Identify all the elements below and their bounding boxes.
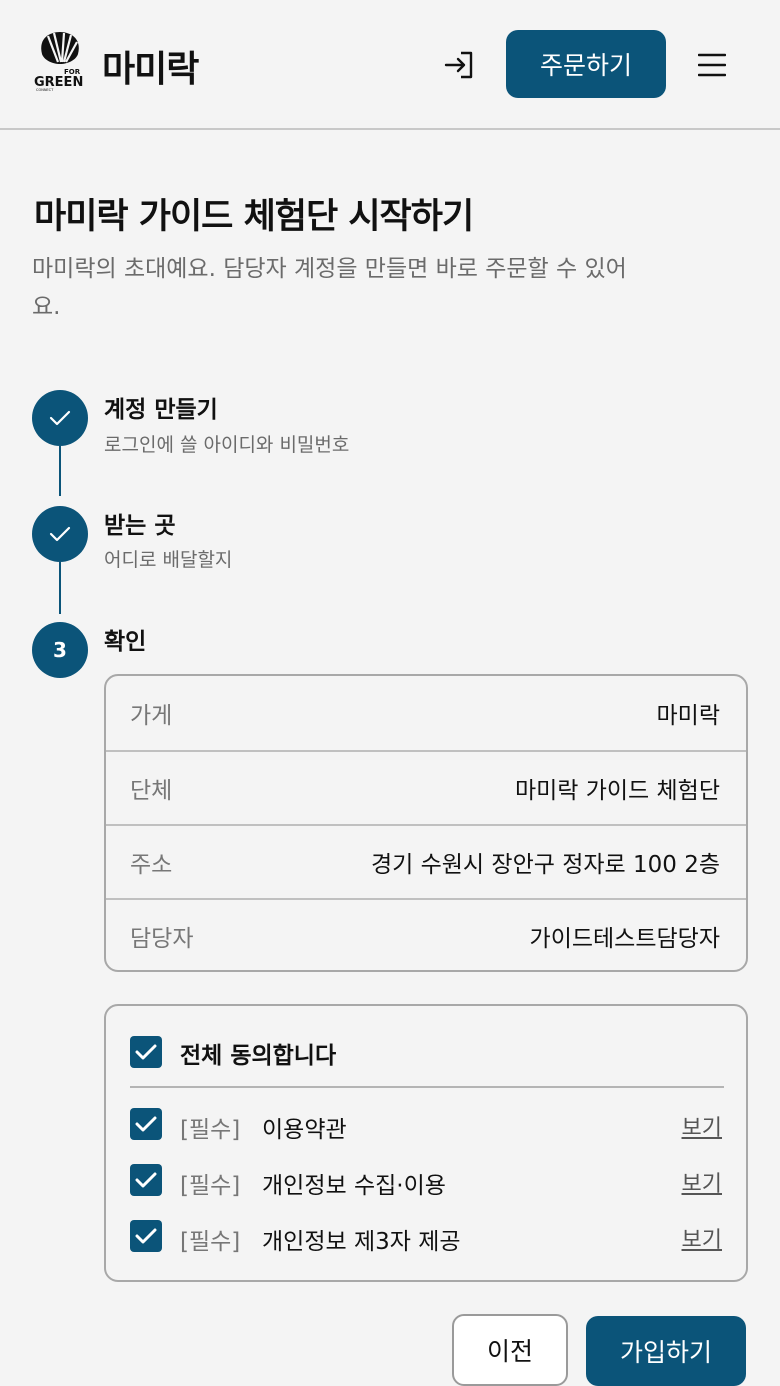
required-tag: [필수]	[180, 1173, 241, 1199]
for-green-logo[interactable]: FOR GREEN CONNECT	[34, 28, 86, 92]
step-2-title: 받는 곳	[104, 513, 176, 539]
summary-label: 가게	[130, 703, 173, 729]
required-tag: [필수]	[180, 1229, 241, 1255]
step-1-subtitle: 로그인에 쓸 아이디와 비밀번호	[104, 434, 350, 456]
brand-name: 마미락	[102, 49, 199, 90]
summary-value: 마미락	[656, 703, 720, 729]
summary-row-manager: 담당자 가이드테스트담당자	[106, 898, 746, 972]
term-checkbox-terms-of-use[interactable]	[130, 1108, 162, 1140]
summary-value: 경기 수원시 장안구 정자로 100 2층	[370, 852, 720, 878]
term-checkbox-privacy-collection[interactable]	[130, 1164, 162, 1196]
view-terms-link[interactable]: 보기	[682, 1110, 722, 1142]
step-connector	[59, 446, 61, 496]
summary-label: 담당자	[130, 926, 194, 952]
terms-agreement: 전체 동의합니다 [필수] 이용약관 보기 [필수] 개인정보 수집·이용 보기…	[104, 1004, 748, 1282]
step-3-number: 3	[32, 622, 88, 678]
hamburger-menu-icon[interactable]	[698, 52, 726, 78]
step-3-title: 확인	[104, 629, 147, 655]
summary-row-address: 주소 경기 수원시 장안구 정자로 100 2층	[106, 824, 746, 898]
step-1-check-icon	[32, 390, 88, 446]
signup-button[interactable]: 가입하기	[586, 1316, 746, 1386]
summary-value: 마미락 가이드 체험단	[514, 778, 720, 804]
view-privacy-link[interactable]: 보기	[682, 1166, 722, 1198]
step-2-subtitle: 어디로 배달할지	[104, 549, 233, 571]
confirm-summary: 가게 마미락 단체 마미락 가이드 체험단 주소 경기 수원시 장안구 정자로 …	[104, 674, 748, 972]
step-1-title: 계정 만들기	[104, 397, 218, 423]
divider	[130, 1086, 724, 1088]
summary-label: 단체	[130, 778, 173, 804]
step-2-check-icon	[32, 506, 88, 562]
summary-row-group: 단체 마미락 가이드 체험단	[106, 750, 746, 824]
page-title: 마미락 가이드 체험단 시작하기	[34, 197, 474, 237]
agree-all-label[interactable]: 전체 동의합니다	[180, 1036, 336, 1070]
step-connector	[59, 562, 61, 614]
summary-label: 주소	[130, 852, 173, 878]
order-button[interactable]: 주문하기	[506, 30, 666, 98]
term-label[interactable]: 개인정보 수집·이용	[262, 1166, 446, 1200]
page-description: 마미락의 초대예요. 담당자 계정을 만들면 바로 주문할 수 있어요.	[32, 256, 627, 320]
previous-button[interactable]: 이전	[452, 1314, 568, 1386]
required-tag: [필수]	[180, 1117, 241, 1143]
agree-all-checkbox[interactable]	[130, 1036, 162, 1068]
svg-text:CONNECT: CONNECT	[36, 88, 54, 92]
term-label[interactable]: 이용약관	[262, 1110, 347, 1144]
term-label[interactable]: 개인정보 제3자 제공	[262, 1222, 461, 1256]
login-icon[interactable]	[444, 50, 476, 80]
summary-row-store: 가게 마미락	[106, 676, 746, 750]
summary-value: 가이드테스트담당자	[529, 926, 720, 952]
app-header: FOR GREEN CONNECT 마미락 주문하기	[0, 0, 780, 130]
view-third-party-link[interactable]: 보기	[682, 1222, 722, 1254]
term-checkbox-third-party[interactable]	[130, 1220, 162, 1252]
